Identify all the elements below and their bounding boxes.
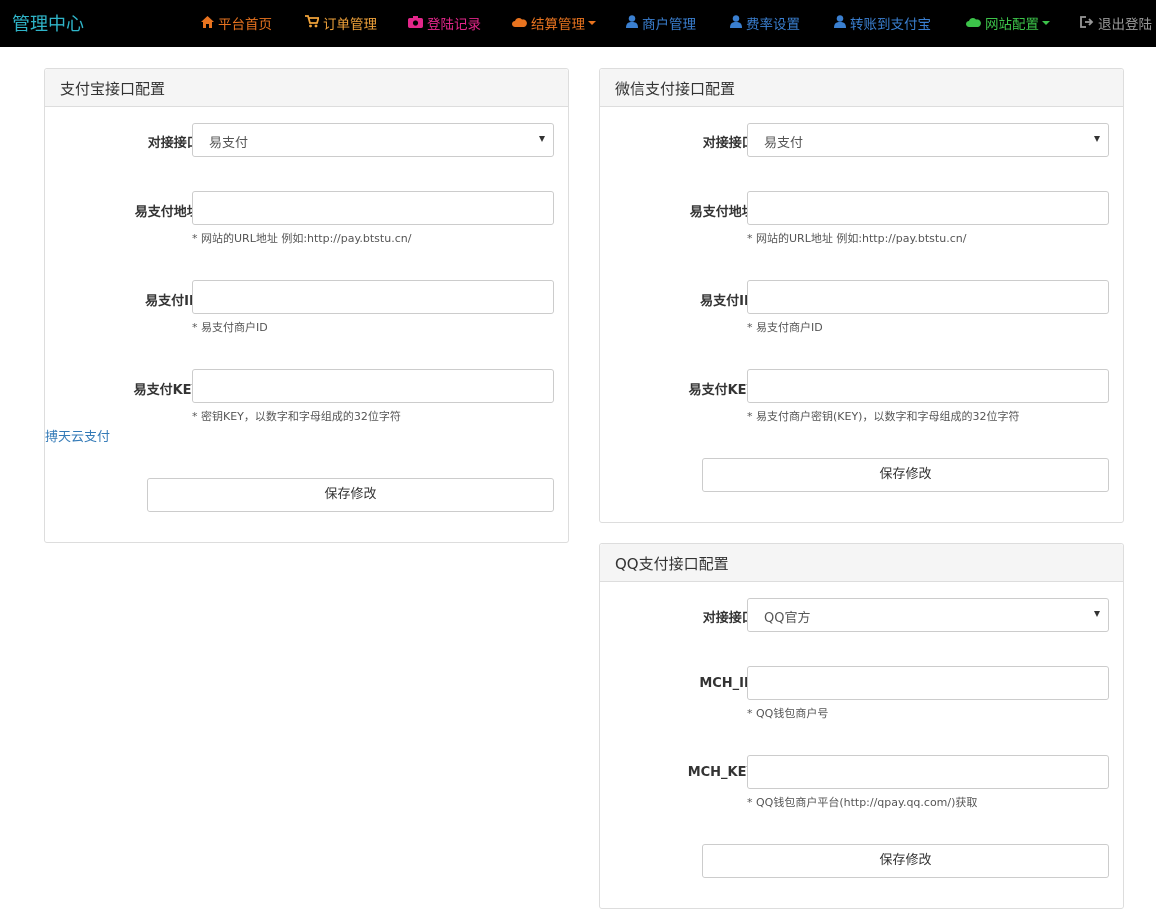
qq-config-panel: QQ支付接口配置 对接接口: QQ官方 MCH_ID: * QQ钱包商户号 MC… (599, 543, 1124, 909)
nav-rate-settings-label: 费率设置 (746, 17, 800, 33)
qq-mchid-label: MCH_ID: (699, 676, 760, 691)
alipay-interface-label: 对接接口: (147, 136, 205, 151)
select-arrow-icon (1094, 136, 1100, 142)
wechat-panel-title: 微信支付接口配置 (600, 69, 1123, 107)
wechat-key-label: 易支付KEY: (688, 383, 760, 398)
nav-logout-label: 退出登陆 (1098, 17, 1152, 33)
select-arrow-icon (1094, 611, 1100, 617)
wechat-id-help: * 易支付商户ID (747, 321, 823, 334)
brand-title[interactable]: 管理中心 (12, 10, 84, 36)
alipay-key-help: * 密钥KEY，以数字和字母组成的32位字符 (192, 410, 401, 423)
nav-settlement-label: 结算管理 (531, 17, 585, 33)
camera-icon (408, 15, 423, 31)
wechat-url-help: * 网站的URL地址 例如:http://pay.btstu.cn/ (747, 232, 967, 245)
qq-mchkey-help: * QQ钱包商户平台(http://qpay.qq.com/)获取 (747, 796, 978, 809)
qq-interface-select[interactable]: QQ官方 (747, 598, 1109, 632)
nav-orders[interactable]: 订单管理 (305, 13, 377, 33)
cloud-icon (966, 17, 981, 30)
cloud-icon (512, 17, 527, 30)
alipay-panel-title: 支付宝接口配置 (45, 69, 568, 107)
alipay-interface-value: 易支付 (209, 136, 249, 151)
qq-panel-title: QQ支付接口配置 (600, 544, 1123, 582)
select-arrow-icon (539, 136, 545, 142)
nav-merchants[interactable]: 商户管理 (626, 13, 696, 33)
alipay-interface-select[interactable]: 易支付 (192, 123, 554, 157)
nav-login-log[interactable]: 登陆记录 (408, 13, 481, 33)
user-icon (626, 15, 638, 31)
wechat-id-label: 易支付ID: (700, 294, 760, 309)
qq-mchid-input[interactable] (747, 666, 1109, 700)
nav-transfer-alipay-label: 转账到支付宝 (850, 17, 931, 33)
wechat-interface-label: 对接接口: (702, 136, 760, 151)
nav-settlement[interactable]: 结算管理 (512, 13, 596, 33)
nav-merchants-label: 商户管理 (642, 17, 696, 33)
alipay-url-label: 易支付地址: (134, 205, 205, 220)
nav-site-config-label: 网站配置 (985, 17, 1039, 33)
wechat-interface-select[interactable]: 易支付 (747, 123, 1109, 157)
wechat-url-label: 易支付地址: (689, 205, 760, 220)
nav-transfer-alipay[interactable]: 转账到支付宝 (834, 13, 931, 33)
nav-site-config[interactable]: 网站配置 (966, 13, 1050, 33)
wechat-config-panel: 微信支付接口配置 对接接口: 易支付 易支付地址: * 网站的URL地址 例如:… (599, 68, 1124, 523)
user-icon (730, 15, 742, 31)
nav-home[interactable]: 平台首页 (201, 13, 272, 33)
alipay-key-input[interactable] (192, 369, 554, 403)
nav-login-log-label: 登陆记录 (427, 17, 481, 33)
qq-interface-value: QQ官方 (764, 611, 811, 626)
qq-mchkey-label: MCH_KEY: (687, 765, 760, 780)
alipay-save-button[interactable]: 保存修改 (147, 478, 554, 512)
qq-mchid-help: * QQ钱包商户号 (747, 707, 829, 720)
alipay-url-input[interactable] (192, 191, 554, 225)
cart-icon (305, 15, 320, 31)
logout-icon (1080, 15, 1094, 31)
wechat-id-input[interactable] (747, 280, 1109, 314)
wechat-url-input[interactable] (747, 191, 1109, 225)
nav-logout[interactable]: 退出登陆 (1080, 13, 1152, 33)
qq-interface-label: 对接接口: (702, 611, 760, 626)
home-icon (201, 15, 214, 31)
alipay-id-input[interactable] (192, 280, 554, 314)
wechat-interface-value: 易支付 (764, 136, 804, 151)
nav-home-label: 平台首页 (218, 17, 272, 33)
wechat-key-input[interactable] (747, 369, 1109, 403)
btstu-pay-link[interactable]: 搏天云支付 (45, 426, 110, 445)
nav-orders-label: 订单管理 (323, 17, 377, 33)
wechat-key-help: * 易支付商户密钥(KEY)，以数字和字母组成的32位字符 (747, 410, 1020, 423)
qq-save-button[interactable]: 保存修改 (702, 844, 1109, 878)
nav-rate-settings[interactable]: 费率设置 (730, 13, 800, 33)
alipay-key-label: 易支付KEY: (133, 383, 205, 398)
top-navbar: 管理中心 平台首页 订单管理 登陆记录 结算管理 商户管理 费率设置 转账到支付… (0, 0, 1156, 47)
alipay-id-help: * 易支付商户ID (192, 321, 268, 334)
chevron-down-icon (1042, 21, 1050, 25)
wechat-save-button[interactable]: 保存修改 (702, 458, 1109, 492)
chevron-down-icon (588, 21, 596, 25)
qq-mchkey-input[interactable] (747, 755, 1109, 789)
alipay-id-label: 易支付ID: (145, 294, 205, 309)
user-icon (834, 15, 846, 31)
alipay-url-help: * 网站的URL地址 例如:http://pay.btstu.cn/ (192, 232, 412, 245)
alipay-config-panel: 支付宝接口配置 对接接口: 易支付 易支付地址: * 网站的URL地址 例如:h… (44, 68, 569, 543)
